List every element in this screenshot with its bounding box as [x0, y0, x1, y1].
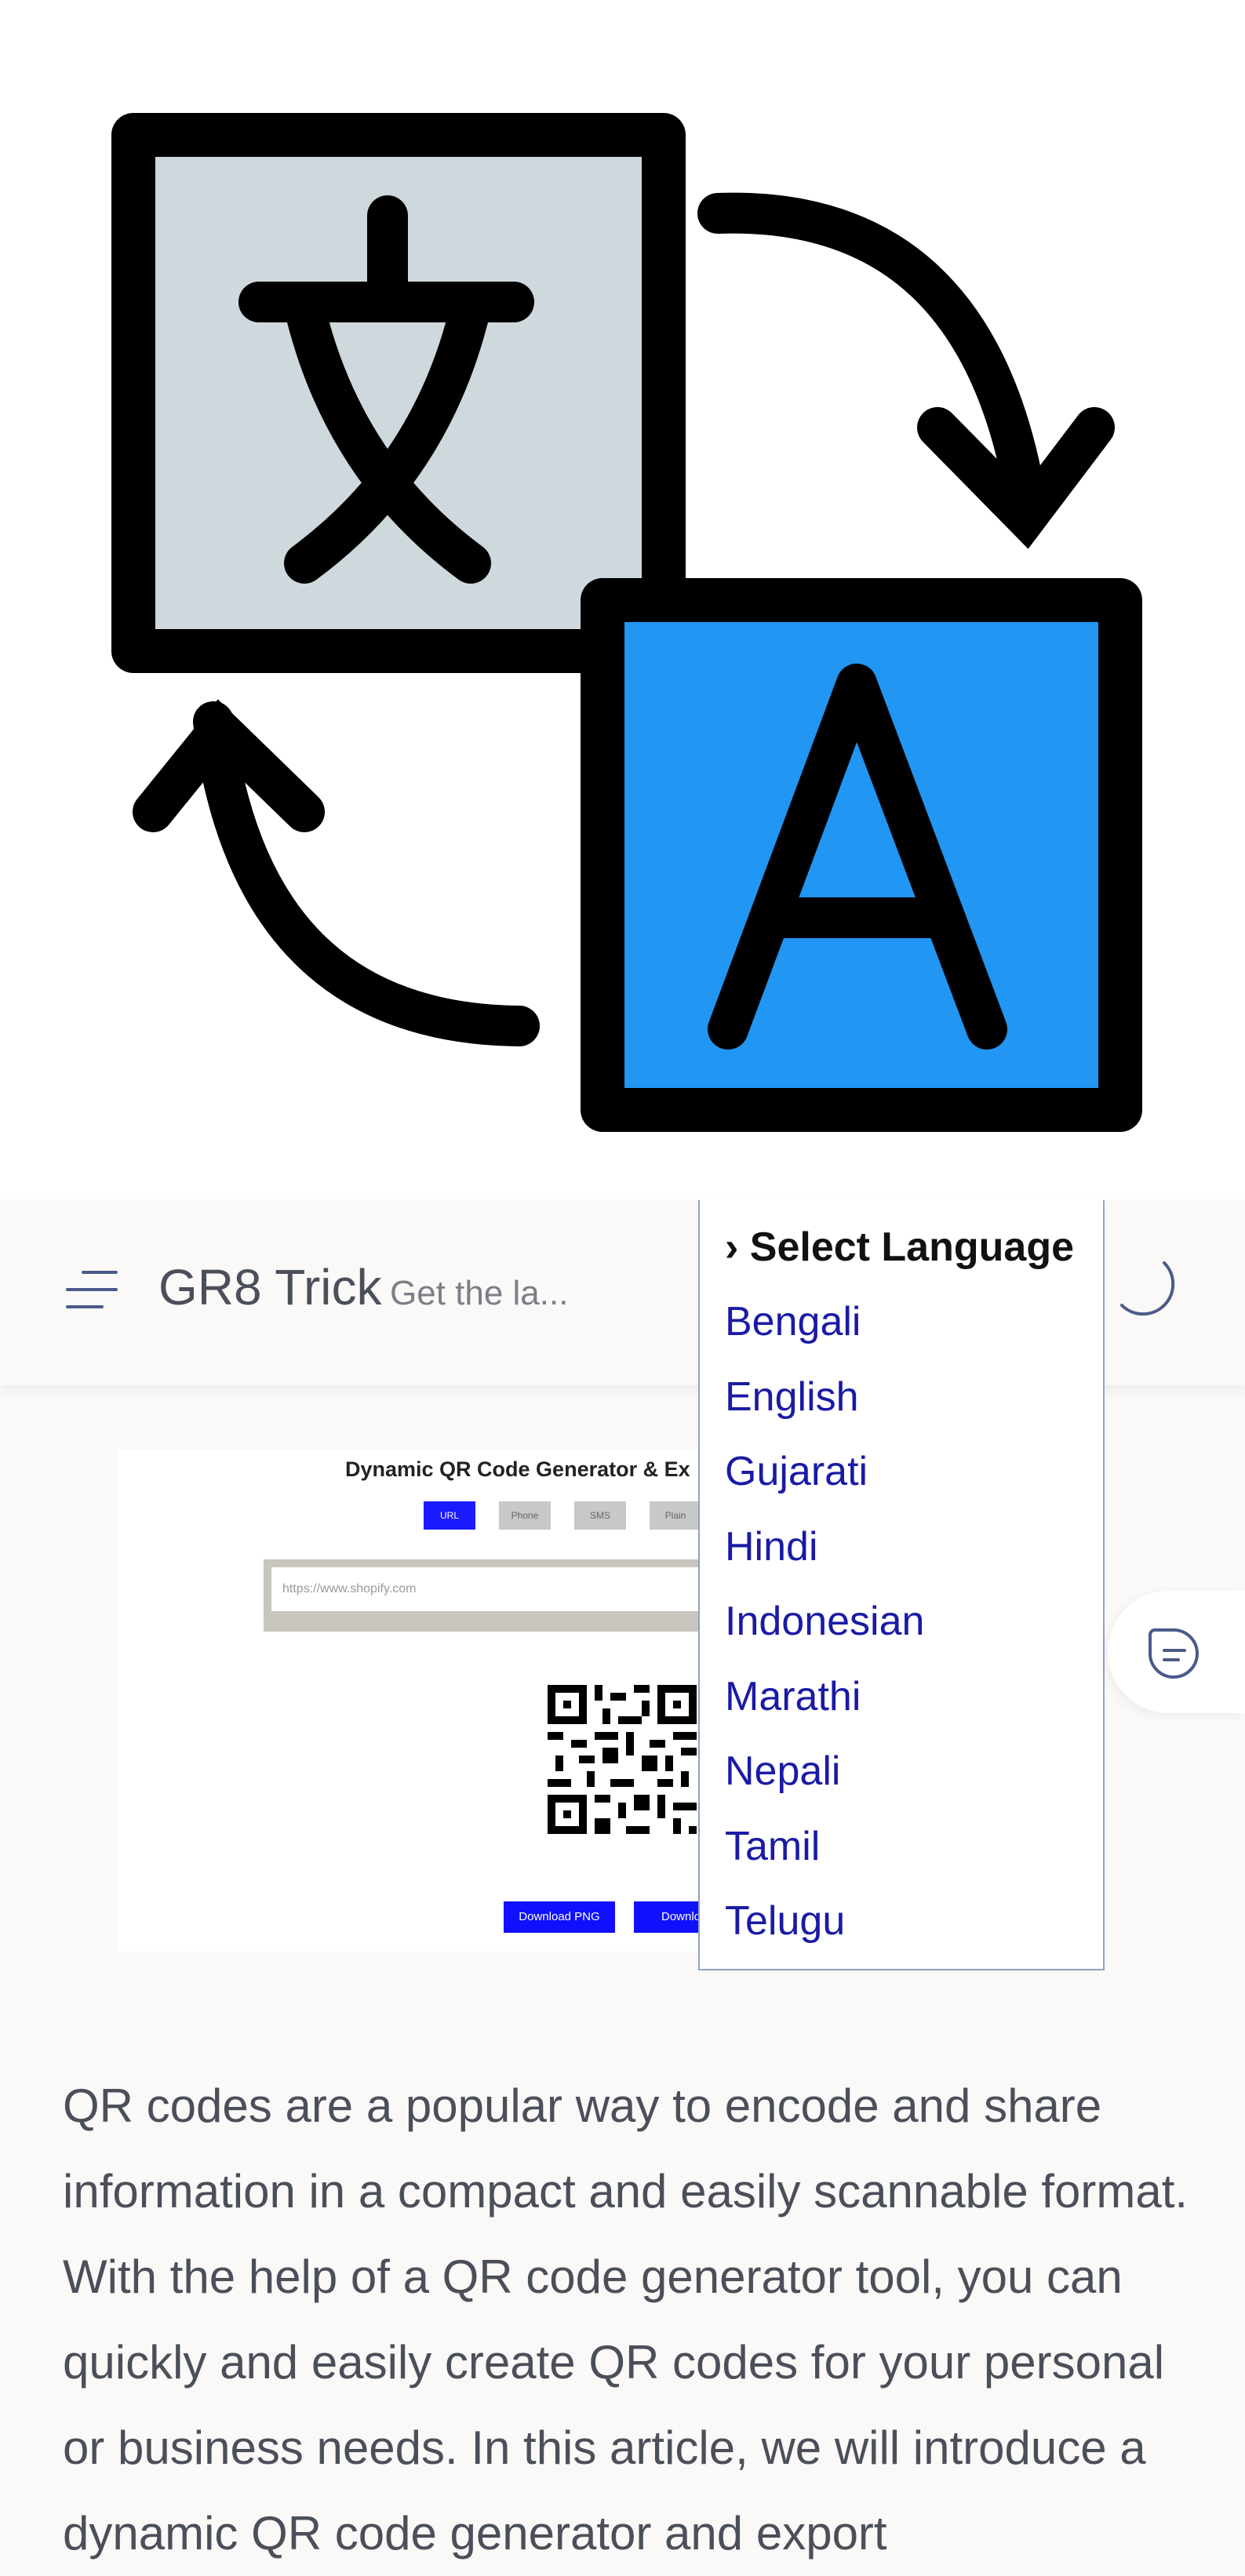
select-language-heading[interactable]: › Select Language — [725, 1224, 1074, 1271]
language-dropdown: › Select Language Bengali English Gujara… — [698, 1200, 1105, 1970]
url-field: https://www.shopify.com — [264, 1559, 698, 1632]
translate-icon — [111, 113, 1142, 1132]
featured-image-title: Dynamic QR Code Generator & Ex — [345, 1457, 690, 1481]
url-field-value: https://www.shopify.com — [271, 1567, 698, 1611]
moon-icon[interactable] — [1117, 1258, 1183, 1324]
language-option-gujarati[interactable]: Gujarati — [725, 1448, 868, 1495]
menu-icon[interactable] — [64, 1268, 119, 1312]
language-option-english[interactable]: English — [725, 1374, 859, 1421]
language-option-hindi[interactable]: Hindi — [725, 1523, 818, 1570]
download-png-button: Download PNG — [504, 1901, 615, 1933]
article-paragraph: QR codes are a popular way to encode and… — [63, 2079, 1189, 2560]
featured-image: Dynamic QR Code Generator & Ex URL Phone… — [118, 1450, 698, 1952]
language-option-indonesian[interactable]: Indonesian — [725, 1598, 924, 1645]
download-button: Downlo — [634, 1901, 698, 1933]
language-option-telugu[interactable]: Telugu — [725, 1897, 845, 1945]
qr-code-image — [548, 1685, 697, 1834]
hero-banner — [0, 0, 1245, 1200]
language-option-tamil[interactable]: Tamil — [725, 1823, 820, 1870]
language-option-bengali[interactable]: Bengali — [725, 1298, 861, 1345]
site-tagline: Get the la... — [390, 1274, 569, 1312]
tab-sms: SMS — [574, 1501, 626, 1530]
language-option-marathi[interactable]: Marathi — [725, 1673, 861, 1720]
tab-url: URL — [424, 1501, 475, 1530]
comment-icon — [1149, 1628, 1199, 1679]
tab-plain: Plain — [650, 1501, 698, 1530]
language-option-nepali[interactable]: Nepali — [725, 1748, 840, 1795]
tab-phone: Phone — [499, 1501, 551, 1530]
side-comment-tab[interactable] — [1108, 1591, 1245, 1713]
site-title[interactable]: GR8 Trick — [158, 1258, 381, 1316]
